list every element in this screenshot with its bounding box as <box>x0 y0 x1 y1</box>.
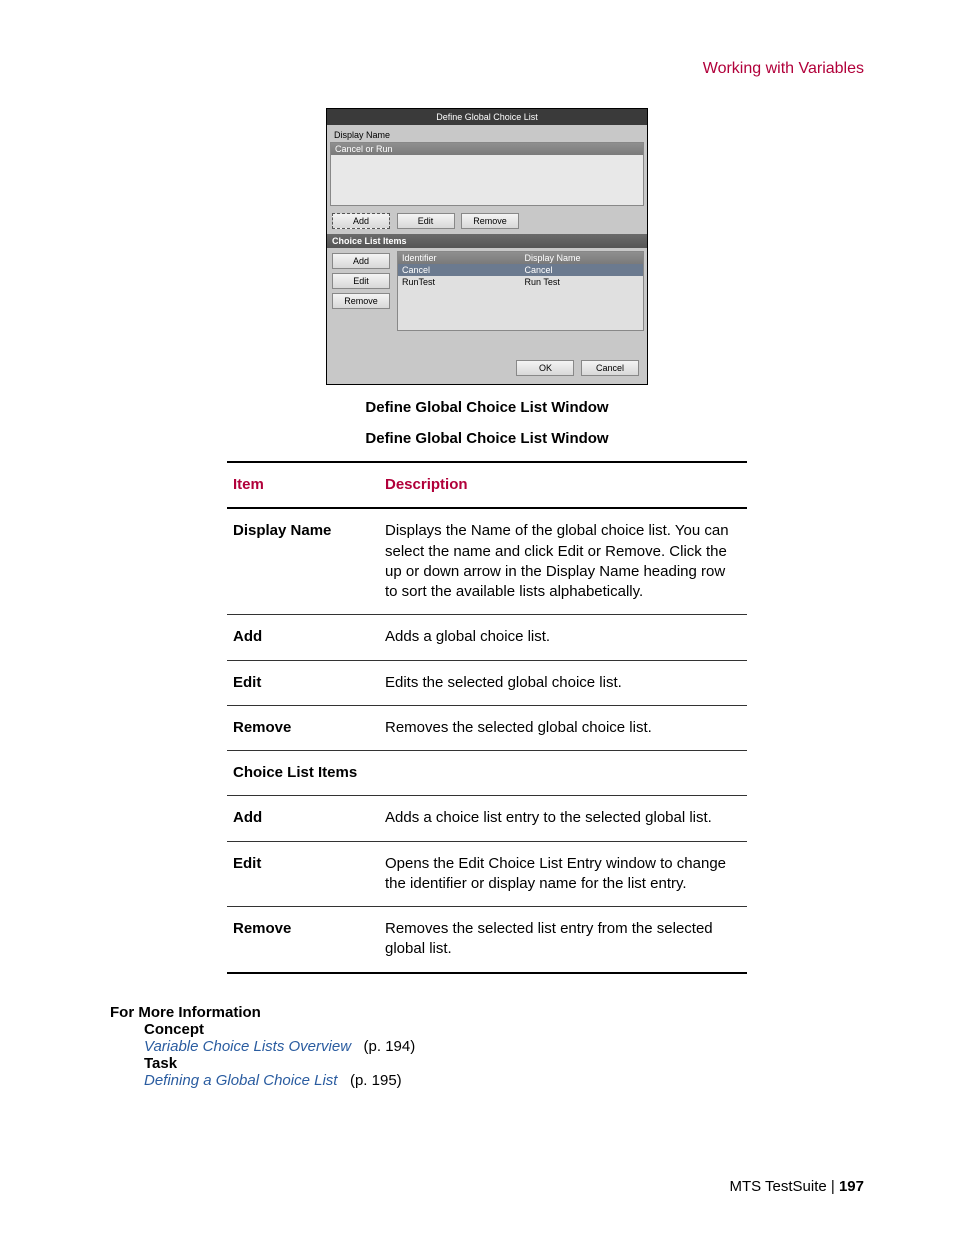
table-title: Define Global Choice List Window <box>110 430 864 447</box>
table-row: Edit Opens the Edit Choice List Entry wi… <box>227 841 747 907</box>
concept-page-ref: (p. 194) <box>355 1038 415 1055</box>
dialog-title: Define Global Choice List <box>327 109 647 125</box>
th-item: Item <box>227 462 379 508</box>
table-row: Display Name Displays the Name of the gl… <box>227 508 747 615</box>
breadcrumb: Working with Variables <box>110 60 864 78</box>
task-link[interactable]: Defining a Global Choice List <box>144 1072 337 1089</box>
remove-button[interactable]: Remove <box>461 213 519 229</box>
concept-heading: Concept <box>144 1021 864 1038</box>
th-description: Description <box>379 462 747 508</box>
display-name-label: Display Name <box>330 128 644 142</box>
list-header-selected: Cancel or Run <box>331 143 643 155</box>
col-identifier: Identifier <box>398 252 521 264</box>
task-page-ref: (p. 195) <box>342 1072 402 1089</box>
more-info-heading: For More Information <box>110 1004 864 1021</box>
items-edit-button[interactable]: Edit <box>332 273 390 289</box>
table-row[interactable]: Cancel Cancel <box>398 264 643 276</box>
items-add-button[interactable]: Add <box>332 253 390 269</box>
table-row: Add Adds a global choice list. <box>227 615 747 660</box>
table-row: Add Adds a choice list entry to the sele… <box>227 796 747 841</box>
concept-link[interactable]: Variable Choice Lists Overview <box>144 1038 351 1055</box>
section-row: Choice List Items <box>227 751 747 796</box>
page-footer: MTS TestSuite | 197 <box>729 1178 864 1195</box>
reference-table: Item Description Display Name Displays t… <box>227 461 747 974</box>
edit-button[interactable]: Edit <box>397 213 455 229</box>
for-more-information: For More Information Concept Variable Ch… <box>110 1004 864 1089</box>
col-display-name: Display Name <box>521 252 644 264</box>
figure-caption: Define Global Choice List Window <box>110 399 864 416</box>
add-button[interactable]: Add <box>332 213 390 229</box>
choice-list-table[interactable]: Cancel or Run <box>330 142 644 206</box>
task-heading: Task <box>144 1055 864 1072</box>
items-remove-button[interactable]: Remove <box>332 293 390 309</box>
table-row: Remove Removes the selected global choic… <box>227 705 747 750</box>
table-row: Edit Edits the selected global choice li… <box>227 660 747 705</box>
ok-button[interactable]: OK <box>516 360 574 376</box>
dialog-screenshot: Define Global Choice List Display Name C… <box>326 108 648 385</box>
cancel-button[interactable]: Cancel <box>581 360 639 376</box>
choice-list-items-header: Choice List Items <box>327 234 647 248</box>
items-table[interactable]: Identifier Display Name Cancel Cancel Ru… <box>397 251 644 331</box>
table-row: Remove Removes the selected list entry f… <box>227 907 747 973</box>
table-row[interactable]: RunTest Run Test <box>398 276 643 288</box>
